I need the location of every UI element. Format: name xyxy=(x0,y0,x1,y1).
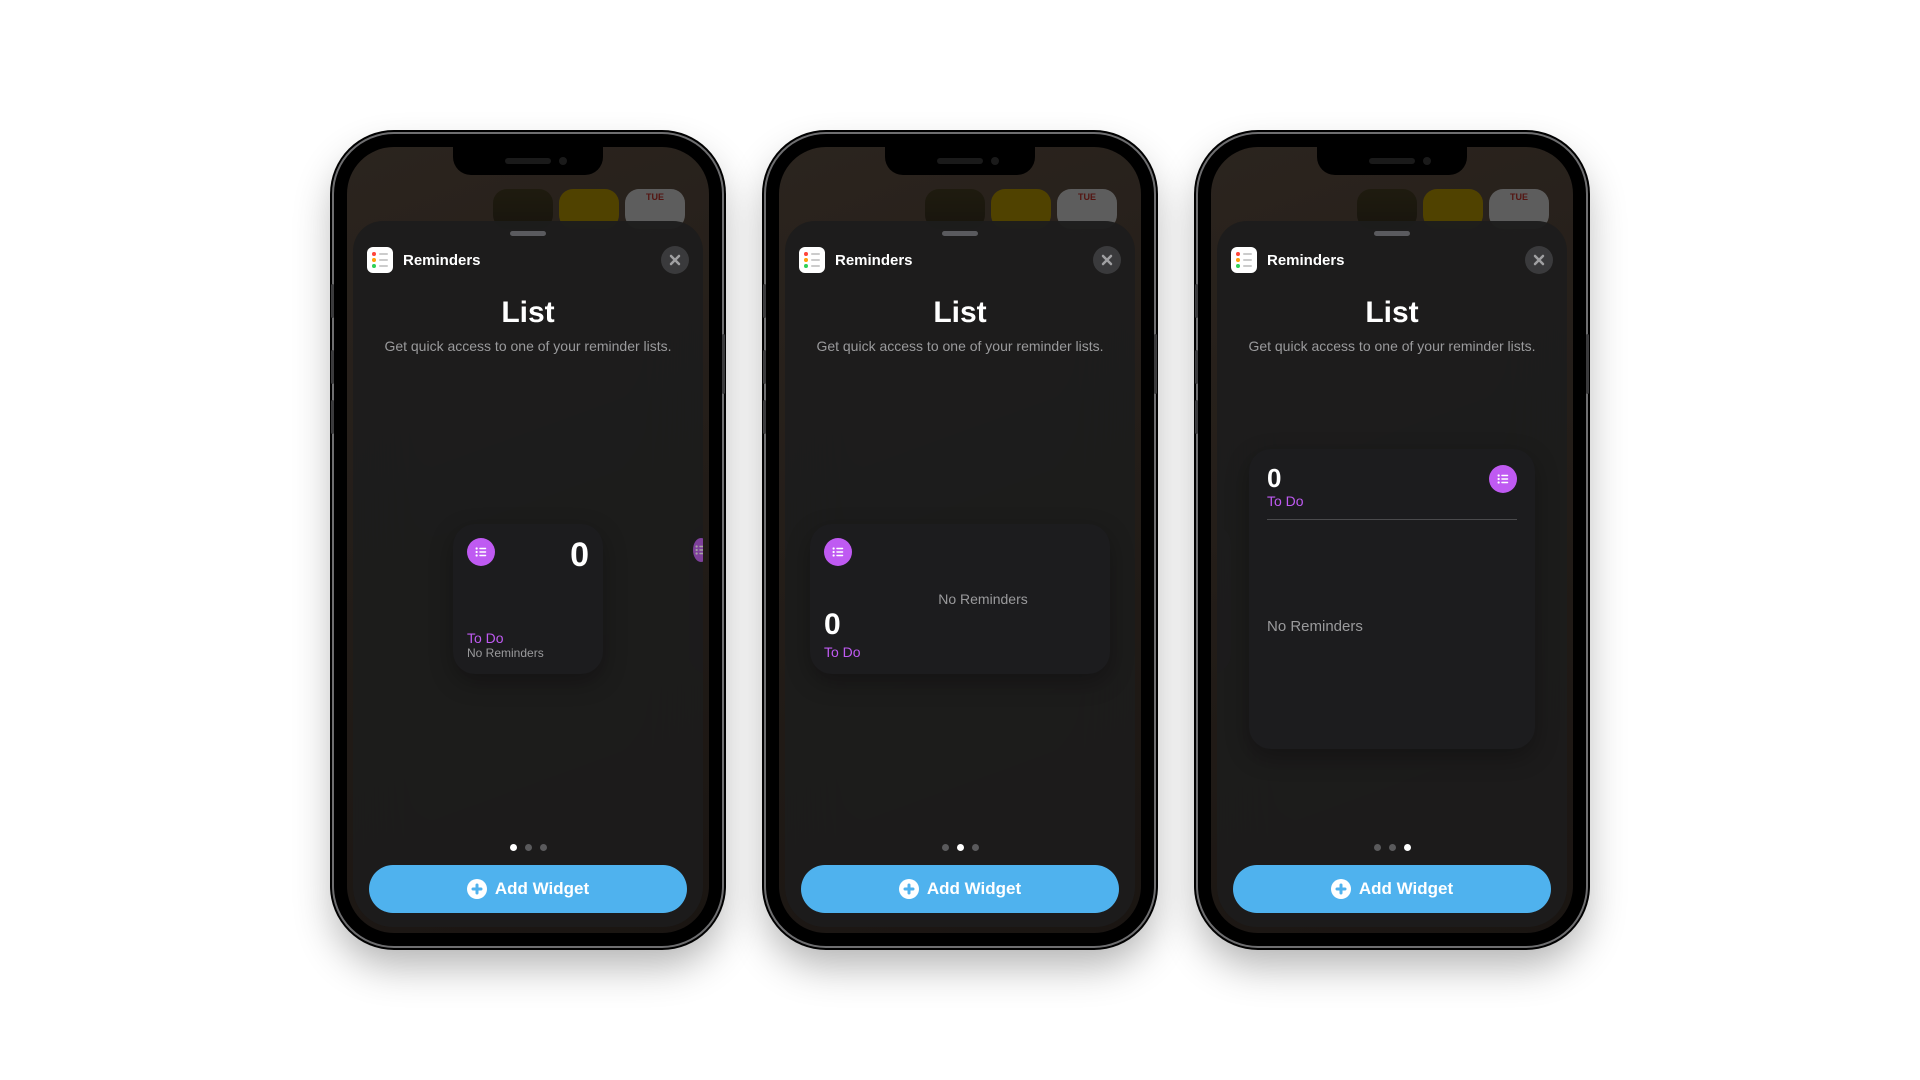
app-name-label: Reminders xyxy=(1267,252,1525,269)
widget-carousel[interactable]: 0 To Do No Reminders xyxy=(353,354,703,844)
add-widget-button[interactable]: Add Widget xyxy=(1233,865,1551,913)
list-name-label: To Do xyxy=(824,644,870,660)
close-button[interactable] xyxy=(1525,246,1553,274)
page-dot[interactable] xyxy=(1374,844,1381,851)
sheet-grabber[interactable] xyxy=(942,231,978,236)
prev-widget-preview-peek xyxy=(1217,524,1231,674)
sheet-header: Reminders xyxy=(785,246,1135,274)
sheet-header: Reminders xyxy=(1217,246,1567,274)
page-dot[interactable] xyxy=(1404,844,1411,851)
add-widget-label: Add Widget xyxy=(927,879,1021,899)
page-dot[interactable] xyxy=(540,844,547,851)
screen: TUE Reminders List Get quick access to o… xyxy=(1211,147,1573,933)
no-reminders-label: No Reminders xyxy=(467,646,589,660)
reminders-app-icon xyxy=(367,247,393,273)
title-block: List Get quick access to one of your rem… xyxy=(785,296,1135,354)
calendar-day-label: TUE xyxy=(646,192,664,202)
widget-subtitle: Get quick access to one of your reminder… xyxy=(1233,338,1551,354)
no-reminders-label: No Reminders xyxy=(938,591,1027,607)
widget-title: List xyxy=(369,296,687,330)
widget-preview-large: 0 To Do No Reminders xyxy=(1249,449,1535,749)
page-dot[interactable] xyxy=(525,844,532,851)
list-icon xyxy=(693,538,703,562)
plus-circle-icon xyxy=(1331,879,1351,899)
close-icon xyxy=(1533,254,1545,266)
phone-mockup-3: TUE Reminders List Get quick access to o… xyxy=(1198,134,1586,946)
close-icon xyxy=(669,254,681,266)
page-indicator xyxy=(353,844,703,851)
title-block: List Get quick access to one of your rem… xyxy=(353,296,703,354)
widget-gallery-sheet: Reminders List Get quick access to one o… xyxy=(785,221,1135,927)
device-notch xyxy=(1317,147,1467,175)
page-indicator xyxy=(785,844,1135,851)
close-button[interactable] xyxy=(1093,246,1121,274)
list-name-label: To Do xyxy=(467,630,589,646)
sheet-header: Reminders xyxy=(353,246,703,274)
next-widget-preview-peek xyxy=(689,524,703,674)
add-widget-label: Add Widget xyxy=(1359,879,1453,899)
list-icon xyxy=(1489,465,1517,493)
device-notch xyxy=(885,147,1035,175)
widget-carousel[interactable]: 0 To Do No Reminders xyxy=(1217,354,1567,844)
widget-gallery-sheet: Reminders List Get quick access to one o… xyxy=(353,221,703,927)
widget-title: List xyxy=(801,296,1119,330)
add-widget-label: Add Widget xyxy=(495,879,589,899)
page-dot[interactable] xyxy=(510,844,517,851)
widget-gallery-sheet: Reminders List Get quick access to one o… xyxy=(1217,221,1567,927)
page-indicator xyxy=(1217,844,1567,851)
reminders-app-icon xyxy=(799,247,825,273)
plus-circle-icon xyxy=(899,879,919,899)
phone-mockup-2: TUE Reminders List Get quick access to o… xyxy=(766,134,1154,946)
list-icon xyxy=(467,538,495,566)
widget-carousel[interactable]: 0 To Do No Reminders xyxy=(785,354,1135,844)
widget-subtitle: Get quick access to one of your reminder… xyxy=(801,338,1119,354)
widget-title: List xyxy=(1233,296,1551,330)
phone-mockup-1: TUE Reminders List Get quick access to o… xyxy=(334,134,722,946)
calendar-day-label: TUE xyxy=(1078,192,1096,202)
no-reminders-label: No Reminders xyxy=(1267,618,1363,635)
list-name-label: To Do xyxy=(1267,493,1489,509)
page-dot[interactable] xyxy=(972,844,979,851)
app-name-label: Reminders xyxy=(403,252,661,269)
page-dot[interactable] xyxy=(957,844,964,851)
page-dot[interactable] xyxy=(942,844,949,851)
close-icon xyxy=(1101,254,1113,266)
widget-subtitle: Get quick access to one of your reminder… xyxy=(369,338,687,354)
reminder-count: 0 xyxy=(1267,465,1489,491)
device-notch xyxy=(453,147,603,175)
sheet-grabber[interactable] xyxy=(510,231,546,236)
page-dot[interactable] xyxy=(1389,844,1396,851)
screen: TUE Reminders List Get quick access to o… xyxy=(779,147,1141,933)
reminders-app-icon xyxy=(1231,247,1257,273)
list-icon xyxy=(824,538,852,566)
reminder-count: 0 xyxy=(570,538,589,572)
add-widget-button[interactable]: Add Widget xyxy=(801,865,1119,913)
screen: TUE Reminders List Get quick access to o… xyxy=(347,147,709,933)
widget-preview-small: 0 To Do No Reminders xyxy=(453,524,603,674)
title-block: List Get quick access to one of your rem… xyxy=(1217,296,1567,354)
add-widget-button[interactable]: Add Widget xyxy=(369,865,687,913)
close-button[interactable] xyxy=(661,246,689,274)
widget-preview-medium: 0 To Do No Reminders xyxy=(810,524,1110,674)
app-name-label: Reminders xyxy=(835,252,1093,269)
reminder-count: 0 xyxy=(824,608,870,642)
sheet-grabber[interactable] xyxy=(1374,231,1410,236)
plus-circle-icon xyxy=(467,879,487,899)
calendar-day-label: TUE xyxy=(1510,192,1528,202)
